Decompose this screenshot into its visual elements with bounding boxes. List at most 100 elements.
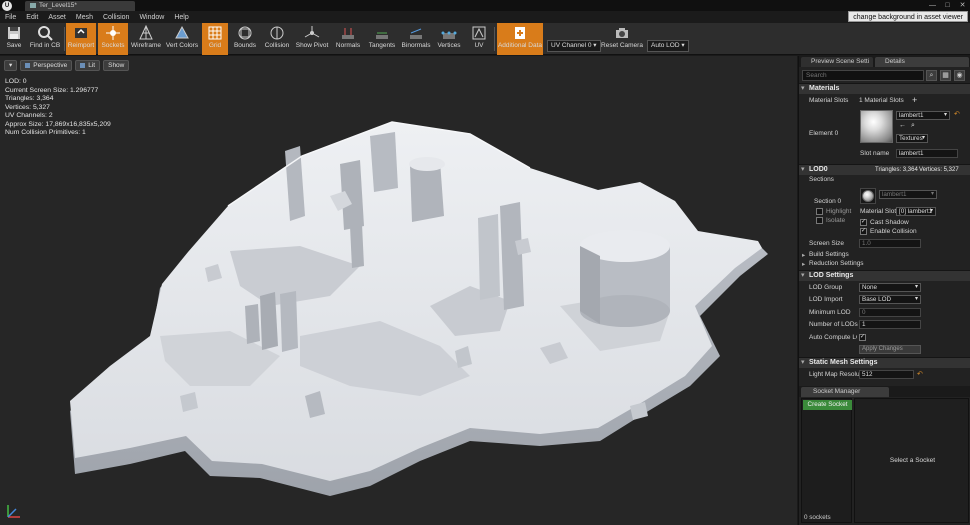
material-thumbnail[interactable] bbox=[860, 110, 893, 143]
show-button[interactable]: Show bbox=[103, 60, 130, 71]
textures-dropdown[interactable]: Textures bbox=[896, 134, 928, 143]
materials-section-header[interactable]: Materials bbox=[799, 83, 970, 94]
lit-button[interactable]: Lit bbox=[75, 60, 101, 71]
save-button[interactable]: Save bbox=[2, 23, 26, 55]
material-slot-label: Material Slot bbox=[860, 208, 897, 215]
section-material-value: lambert1 bbox=[882, 191, 907, 198]
wireframe-button[interactable]: Wireframe bbox=[130, 23, 162, 55]
section-material-picker[interactable]: lambert1 bbox=[879, 190, 937, 199]
screen-size-value: 1.0 bbox=[862, 240, 871, 247]
material-slots-row: Material Slots 1 Material Slots + bbox=[799, 95, 970, 107]
cast-shadow-checkbox[interactable]: ✓ bbox=[860, 219, 867, 226]
tangents-button[interactable]: Tangents bbox=[366, 23, 398, 55]
menu-mesh[interactable]: Mesh bbox=[71, 14, 98, 21]
binormals-button[interactable]: Binormals bbox=[400, 23, 432, 55]
menu-file[interactable]: File bbox=[0, 14, 21, 21]
toolbar: Save Find in CB Reimport Sockets Wirefra… bbox=[0, 23, 970, 55]
socket-list[interactable]: Create Socket 0 sockets bbox=[801, 398, 852, 523]
eye-icon[interactable]: ◉ bbox=[954, 70, 965, 81]
material-slot-dropdown[interactable]: [0] lambert1 bbox=[896, 207, 936, 216]
reset-arrow-icon[interactable]: ↶ bbox=[954, 110, 960, 118]
reset-arrow-icon[interactable]: ↶ bbox=[917, 370, 923, 378]
grid-button[interactable]: Grid bbox=[202, 23, 228, 55]
viewport-options-button[interactable]: ▾ bbox=[4, 60, 18, 71]
tab-socket-manager-label: Socket Manager bbox=[813, 388, 861, 395]
static-mesh-settings-section-header[interactable]: Static Mesh Settings bbox=[799, 357, 970, 368]
document-tab[interactable]: Ter_Level15* bbox=[25, 1, 135, 11]
expand-arrow-icon: ▸ bbox=[802, 252, 806, 259]
cast-shadow-label: Cast Shadow bbox=[870, 219, 909, 226]
lod-settings-section-header[interactable]: LOD Settings bbox=[799, 270, 970, 281]
vert-colors-button[interactable]: Vert Colors bbox=[164, 23, 200, 55]
light-map-resolution-label: Light Map Resolut bbox=[809, 371, 862, 378]
additional-data-button[interactable]: Additional Data bbox=[497, 23, 543, 55]
collision-icon bbox=[269, 25, 285, 41]
lod-import-dropdown[interactable]: Base LOD bbox=[859, 295, 921, 304]
tangents-label: Tangents bbox=[368, 42, 396, 49]
lit-label: Lit bbox=[88, 62, 96, 69]
minimum-lod-input[interactable]: 0 bbox=[859, 308, 921, 317]
material-picker[interactable]: lambert1 bbox=[896, 111, 950, 120]
menu-edit[interactable]: Edit bbox=[21, 14, 43, 21]
use-selected-icon[interactable]: ← bbox=[899, 122, 906, 129]
number-of-lods-input[interactable]: 1 bbox=[859, 320, 921, 329]
lod-import-value: Base LOD bbox=[862, 296, 892, 303]
screen-size-input[interactable]: 1.0 bbox=[859, 239, 921, 248]
isolate-checkbox[interactable] bbox=[816, 217, 823, 224]
search-icon[interactable]: ⌕ bbox=[926, 70, 937, 81]
reduction-settings-row[interactable]: ▸ Reduction Settings bbox=[799, 260, 970, 269]
uv-button[interactable]: UV bbox=[466, 23, 492, 55]
build-settings-row[interactable]: ▸ Build Settings bbox=[799, 251, 970, 260]
menu-help[interactable]: Help bbox=[169, 14, 193, 21]
reimport-label: Reimport bbox=[67, 42, 95, 49]
section-material-thumbnail[interactable] bbox=[862, 190, 874, 202]
sections-row[interactable]: Sections bbox=[799, 176, 970, 186]
slot-name-input[interactable]: lambert1 bbox=[896, 149, 958, 158]
show-pivot-button[interactable]: Show Pivot bbox=[294, 23, 330, 55]
apply-changes-button[interactable]: Apply Changes bbox=[859, 345, 921, 354]
browse-icon[interactable]: ⌕ bbox=[911, 122, 915, 130]
maximize-button[interactable]: □ bbox=[940, 0, 955, 11]
auto-compute-lod-label: Auto Compute LOD bbox=[809, 334, 857, 341]
grid-view-icon[interactable]: ▦ bbox=[940, 70, 951, 81]
find-in-cb-button[interactable]: Find in CB bbox=[28, 23, 62, 55]
light-map-resolution-input[interactable]: 512 bbox=[859, 370, 914, 379]
menu-window[interactable]: Window bbox=[134, 14, 169, 21]
tab-socket-manager[interactable]: Socket Manager bbox=[801, 387, 889, 397]
auto-compute-lod-checkbox[interactable]: ✓ bbox=[859, 334, 866, 341]
vertices-button[interactable]: Vertices bbox=[434, 23, 464, 55]
add-material-button[interactable]: + bbox=[912, 95, 917, 105]
tab-details[interactable]: Details bbox=[875, 57, 969, 67]
tab-preview-scene-settings[interactable]: Preview Scene Setti bbox=[801, 57, 873, 67]
details-search-input[interactable] bbox=[802, 70, 924, 81]
reimport-button[interactable]: Reimport bbox=[66, 23, 96, 55]
section-0-block: Section 0 Highlight Isolate lambert1 Mat… bbox=[799, 186, 970, 242]
bounds-icon bbox=[237, 25, 253, 41]
close-button[interactable]: ✕ bbox=[955, 0, 970, 11]
expand-arrow-icon: ▸ bbox=[802, 261, 806, 268]
menu-asset[interactable]: Asset bbox=[43, 14, 71, 21]
auto-lod-dropdown[interactable]: Auto LOD ▾ bbox=[647, 40, 689, 52]
stat-collision-primitives: Num Collision Primitives: 1 bbox=[5, 129, 86, 136]
terrain-mesh-render[interactable] bbox=[0, 56, 797, 525]
collision-button[interactable]: Collision bbox=[262, 23, 292, 55]
vert-colors-label: Vert Colors bbox=[165, 42, 199, 49]
menu-collision[interactable]: Collision bbox=[98, 14, 134, 21]
lod-group-dropdown[interactable]: None bbox=[859, 283, 921, 292]
mesh-viewport[interactable]: ▾ Perspective Lit Show LOD: 0 Current Sc… bbox=[0, 56, 797, 525]
bounds-button[interactable]: Bounds bbox=[230, 23, 260, 55]
chevron-down-icon: ▾ bbox=[9, 62, 13, 69]
enable-collision-checkbox[interactable]: ✓ bbox=[860, 228, 867, 235]
vertices-icon bbox=[441, 25, 457, 41]
perspective-button[interactable]: Perspective bbox=[20, 60, 73, 71]
reset-camera-button[interactable]: Reset Camera bbox=[600, 23, 644, 55]
create-socket-button[interactable]: Create Socket bbox=[803, 400, 852, 410]
highlight-checkbox[interactable] bbox=[816, 208, 823, 215]
normals-button[interactable]: Normals bbox=[332, 23, 364, 55]
section-0-label: Section 0 bbox=[814, 198, 842, 205]
lod0-section-header[interactable]: LOD0 Triangles: 3,364 Vertices: 5,327 bbox=[799, 164, 970, 175]
uv-channel-dropdown[interactable]: UV Channel 0 ▾ bbox=[547, 40, 601, 52]
minimize-button[interactable]: — bbox=[925, 0, 940, 11]
sockets-button[interactable]: Sockets bbox=[98, 23, 128, 55]
lod-group-value: None bbox=[862, 284, 878, 291]
